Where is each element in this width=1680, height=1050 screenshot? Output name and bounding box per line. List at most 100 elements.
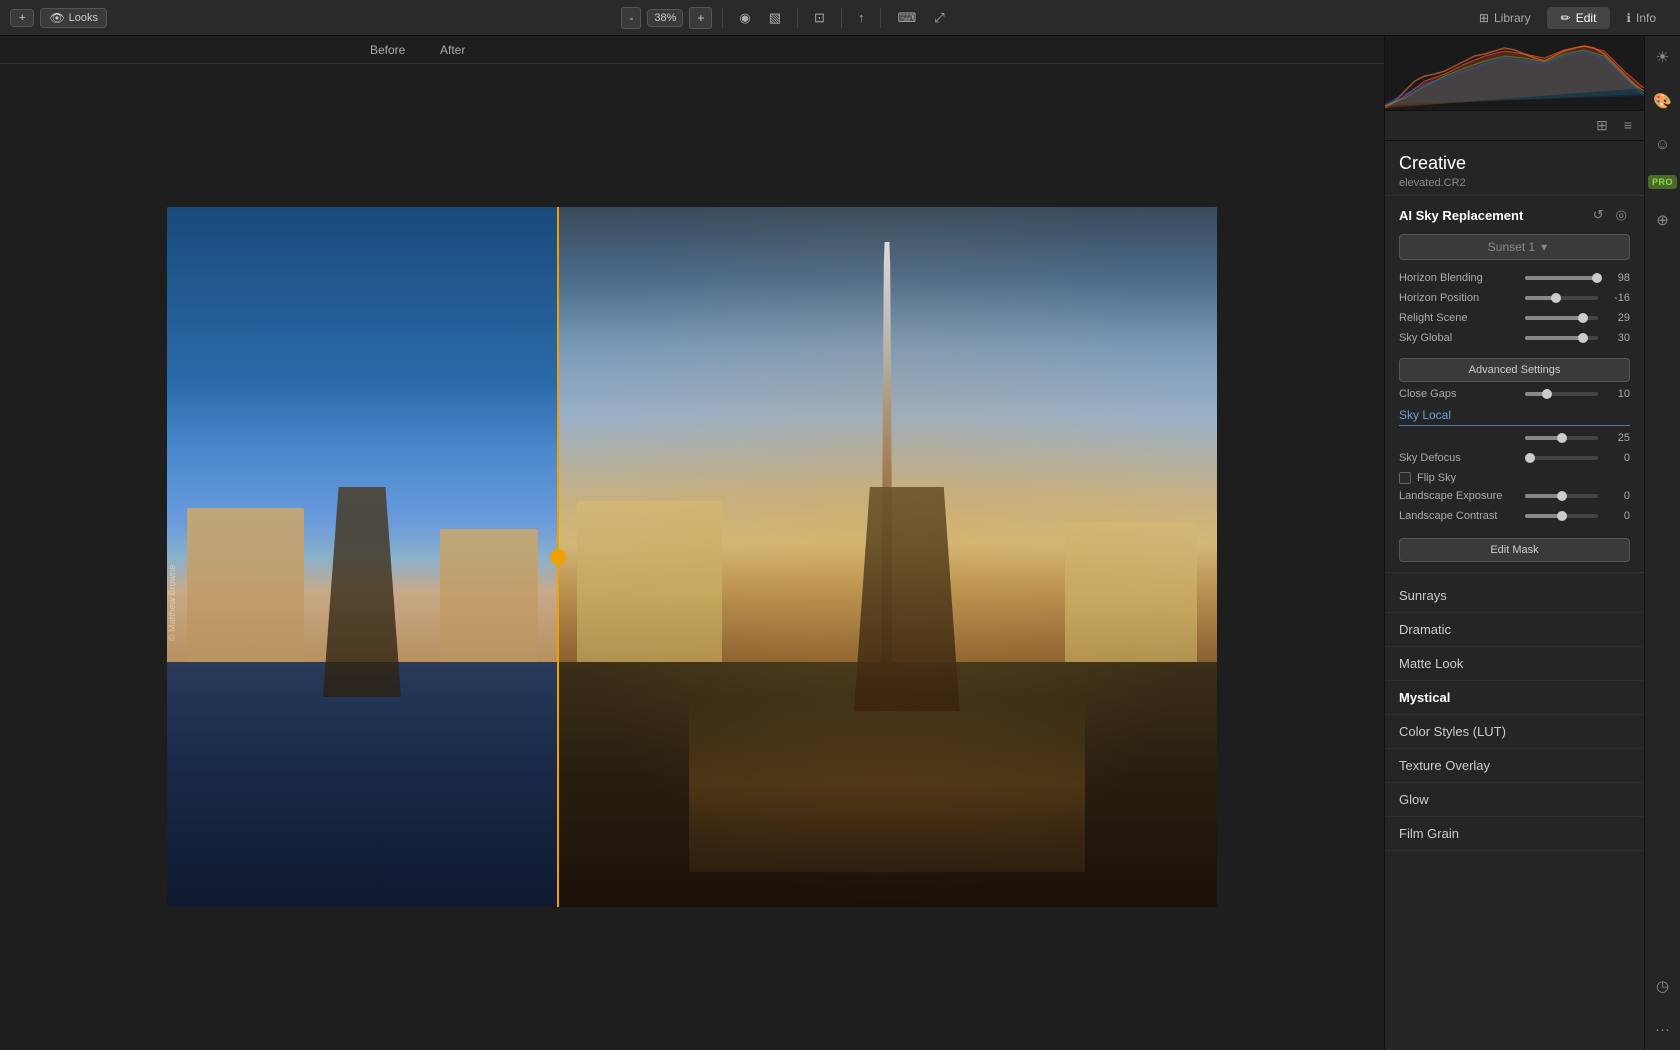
relight-scene-label: Relight Scene <box>1399 312 1519 324</box>
library-tab[interactable]: ⊞ Library <box>1465 7 1545 29</box>
close-gaps-row: Close Gaps 10 <box>1399 388 1630 400</box>
landscape-exposure-track[interactable] <box>1525 494 1598 498</box>
horizon-blending-track[interactable] <box>1525 276 1598 280</box>
landscape-contrast-label: Landscape Contrast <box>1399 510 1519 522</box>
before-scene: 🌴 🌴 🌴 <box>167 207 557 907</box>
watermark: © Matthew Browne <box>167 565 177 641</box>
panel-filename: elevated.CR2 <box>1399 177 1630 189</box>
sun-adjust-icon[interactable]: ☀ <box>1652 44 1673 70</box>
sky-defocus-label: Sky Defocus <box>1399 452 1519 464</box>
after-label: After <box>440 43 465 57</box>
sky-local-track[interactable] <box>1525 436 1598 440</box>
histogram-svg <box>1385 36 1644 111</box>
close-gaps-label: Close Gaps <box>1399 388 1519 400</box>
color-styles-item[interactable]: Color Styles (LUT) <box>1385 715 1644 749</box>
flip-sky-checkbox[interactable] <box>1399 472 1411 484</box>
sky-global-track[interactable] <box>1525 336 1598 340</box>
toolbar-center: - 38% + ◉ ▧ ⊡ ↑ ⌨ ⤢ <box>621 7 950 29</box>
relight-scene-track[interactable] <box>1525 316 1598 320</box>
advanced-settings-button[interactable]: Advanced Settings <box>1399 358 1630 382</box>
top-toolbar: + 👁 Looks - 38% + ◉ ▧ ⊡ ↑ ⌨ ⤢ ⊞ Library … <box>0 0 1680 36</box>
before-after-labels: Before After <box>0 36 1384 64</box>
relight-scene-value: 29 <box>1604 312 1630 324</box>
main-area: Before After 🌴 <box>0 36 1680 1050</box>
split-handle[interactable] <box>550 549 566 565</box>
after-image: 🌴 🌴 🌴 🌴 <box>557 207 1217 907</box>
horizon-position-value: -16 <box>1604 292 1630 304</box>
info-tab[interactable]: ℹ Info <box>1612 7 1670 29</box>
crop-button[interactable]: ⊡ <box>808 7 831 29</box>
advanced-sliders: Close Gaps 10 Sky Local <box>1399 388 1630 522</box>
sky-defocus-value: 0 <box>1604 452 1630 464</box>
glow-item[interactable]: Glow <box>1385 783 1644 817</box>
keyboard-button[interactable]: ⌨ <box>891 7 922 29</box>
face-icon[interactable]: ☺ <box>1651 132 1674 157</box>
landscape-contrast-row: Landscape Contrast 0 <box>1399 510 1630 522</box>
before-label: Before <box>370 43 405 57</box>
after-scene: 🌴 🌴 🌴 🌴 <box>557 207 1217 907</box>
horizon-blending-value: 98 <box>1604 272 1630 284</box>
landscape-exposure-row: Landscape Exposure 0 <box>1399 490 1630 502</box>
looks-icon: 👁 <box>49 11 64 25</box>
sky-defocus-track[interactable] <box>1525 456 1598 460</box>
sky-selector-dropdown[interactable]: Sunset 1 ▾ <box>1399 234 1630 260</box>
separator-2 <box>797 8 798 28</box>
creative-header: Creative elevated.CR2 <box>1385 141 1644 196</box>
looks-button[interactable]: 👁 Looks <box>40 8 107 28</box>
sunrays-item[interactable]: Sunrays <box>1385 579 1644 613</box>
sky-local-row: 25 <box>1399 432 1630 444</box>
main-sliders: Horizon Blending 98 Horizon Position <box>1399 272 1630 344</box>
matte-look-item[interactable]: Matte Look <box>1385 647 1644 681</box>
undo-button[interactable]: ↺ <box>1590 206 1607 224</box>
add-button[interactable]: + <box>10 9 34 27</box>
panel-scroll[interactable]: AI Sky Replacement ↺ ◎ Sunset 1 ▾ Horizo… <box>1385 196 1644 1050</box>
sky-defocus-row: Sky Defocus 0 <box>1399 452 1630 464</box>
landscape-contrast-value: 0 <box>1604 510 1630 522</box>
sky-selector-label: Sunset 1 <box>1488 240 1535 254</box>
edit-mask-button[interactable]: Edit Mask <box>1399 538 1630 562</box>
horizon-position-label: Horizon Position <box>1399 292 1519 304</box>
ground-before <box>167 662 557 907</box>
edit-tab[interactable]: ✏ Edit <box>1547 7 1611 29</box>
layers-panel-icon[interactable]: ⊞ <box>1592 115 1612 136</box>
zoom-in-button[interactable]: + <box>689 7 712 29</box>
dropdown-arrow-icon: ▾ <box>1541 240 1547 254</box>
sky-global-value: 30 <box>1604 332 1630 344</box>
toolbar-left: + 👁 Looks <box>10 8 107 28</box>
close-gaps-track[interactable] <box>1525 392 1598 396</box>
zoom-out-button[interactable]: - <box>621 7 641 29</box>
palette-icon[interactable]: 🎨 <box>1649 88 1676 114</box>
split-divider[interactable] <box>557 207 559 907</box>
section-header: AI Sky Replacement ↺ ◎ <box>1399 206 1630 224</box>
toolbar-right: ⊞ Library ✏ Edit ℹ Info <box>1465 7 1670 29</box>
sky-replacement-section: AI Sky Replacement ↺ ◎ Sunset 1 ▾ Horizo… <box>1385 196 1644 573</box>
horizon-blending-label: Horizon Blending <box>1399 272 1519 284</box>
mystical-item[interactable]: Mystical <box>1385 681 1644 715</box>
toggle-button[interactable]: ◎ <box>1613 206 1630 224</box>
horizon-position-track[interactable] <box>1525 296 1598 300</box>
fullscreen-button[interactable]: ⤢ <box>928 7 950 29</box>
dramatic-item[interactable]: Dramatic <box>1385 613 1644 647</box>
image-container: 🌴 🌴 🌴 <box>0 64 1384 1050</box>
library-icon: ⊞ <box>1479 11 1489 25</box>
panel-icons-row: ⊞ ≡ <box>1385 111 1644 141</box>
landscape-contrast-track[interactable] <box>1525 514 1598 518</box>
separator-4 <box>880 8 881 28</box>
sky-replacement-title: AI Sky Replacement <box>1399 208 1523 223</box>
export-button[interactable]: ↑ <box>852 7 871 28</box>
adjustments-panel-icon[interactable]: ≡ <box>1620 115 1636 136</box>
bag-icon[interactable]: ⊕ <box>1652 207 1673 233</box>
pro-badge: PRO <box>1648 175 1677 189</box>
right-side-icons: ☀ 🎨 ☺ PRO ⊕ ◷ ··· <box>1644 36 1680 1050</box>
history-icon[interactable]: ◷ <box>1652 973 1673 999</box>
preview-button[interactable]: ◉ <box>733 7 756 29</box>
sky-global-row: Sky Global 30 <box>1399 332 1630 344</box>
panel-title: Creative <box>1399 153 1630 174</box>
info-icon: ℹ <box>1626 11 1631 25</box>
compare-button[interactable]: ▧ <box>763 7 787 29</box>
film-grain-item[interactable]: Film Grain <box>1385 817 1644 851</box>
texture-overlay-item[interactable]: Texture Overlay <box>1385 749 1644 783</box>
histogram-area <box>1385 36 1644 111</box>
more-icon[interactable]: ··· <box>1651 1017 1674 1042</box>
flip-sky-checkbox-label: Flip Sky <box>1417 472 1456 484</box>
